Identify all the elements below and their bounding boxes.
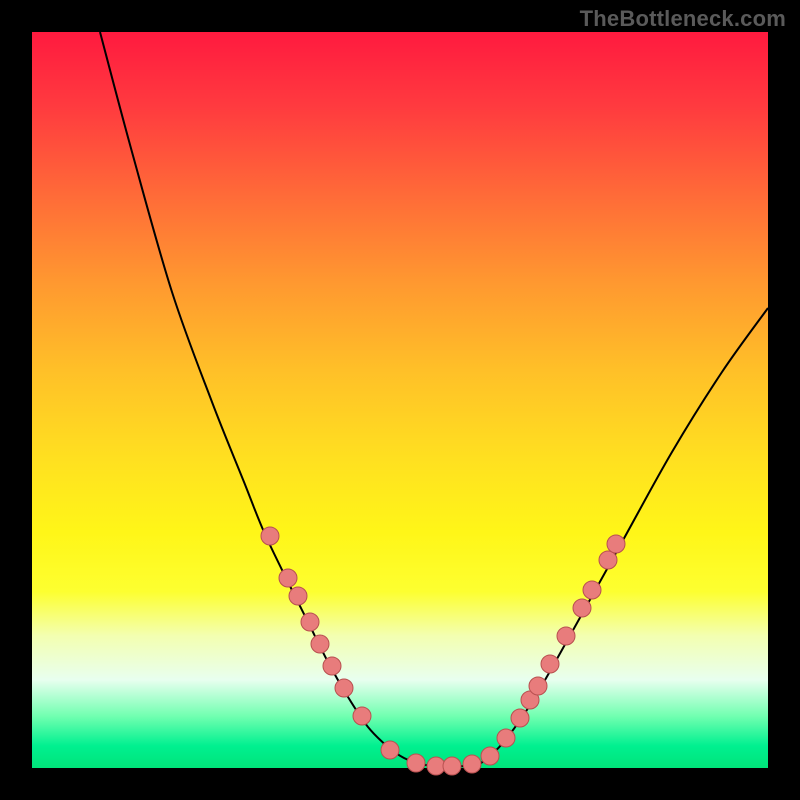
marker-dot (381, 741, 399, 759)
marker-dot (497, 729, 515, 747)
marker-dot (583, 581, 601, 599)
plot-area (32, 32, 768, 768)
marker-dot (301, 613, 319, 631)
marker-dot (289, 587, 307, 605)
marker-dot (353, 707, 371, 725)
marker-dot (557, 627, 575, 645)
marker-dot (573, 599, 591, 617)
marker-dot (463, 755, 481, 773)
marker-dot (335, 679, 353, 697)
marker-dot (323, 657, 341, 675)
marker-dot (443, 757, 461, 775)
marker-dot (541, 655, 559, 673)
curve-layer (32, 32, 768, 768)
watermark-text: TheBottleneck.com (580, 6, 786, 32)
marker-dot (261, 527, 279, 545)
marker-dot (311, 635, 329, 653)
left-curve (100, 32, 420, 764)
marker-dot (279, 569, 297, 587)
marker-dot (529, 677, 547, 695)
marker-dot (407, 754, 425, 772)
marker-dot (427, 757, 445, 775)
chart-frame: TheBottleneck.com (0, 0, 800, 800)
marker-dot (481, 747, 499, 765)
marker-dot (607, 535, 625, 553)
marker-dot (599, 551, 617, 569)
marker-dot (511, 709, 529, 727)
marker-dots-group (261, 527, 625, 775)
